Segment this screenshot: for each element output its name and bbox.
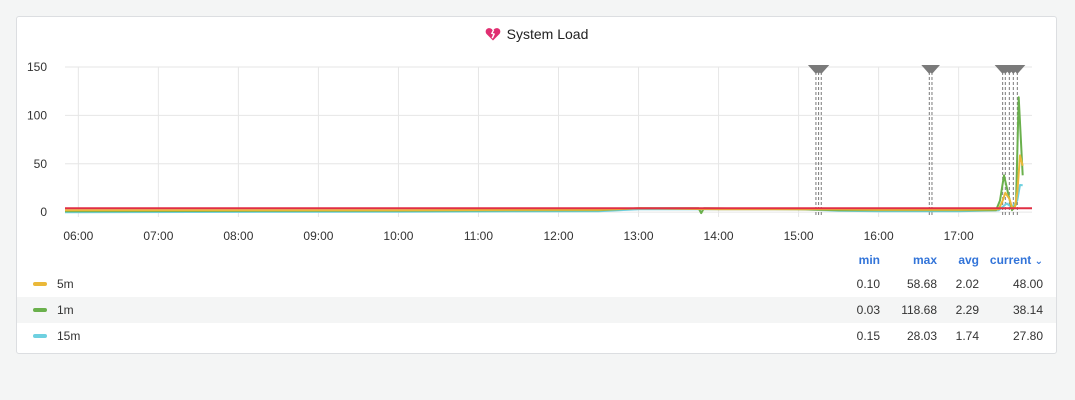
legend-swatch[interactable] <box>33 334 47 338</box>
x-tick-label: 10:00 <box>383 229 413 243</box>
legend-header-current-label: current <box>989 253 1032 267</box>
legend-header: min max avg current ⌄ <box>17 249 1056 271</box>
legend-value-current: 27.80 <box>1012 329 1043 343</box>
legend-value-avg: 1.74 <box>955 329 979 343</box>
legend-value-avg: 2.02 <box>955 277 979 291</box>
legend-value-max: 28.03 <box>906 329 937 343</box>
legend-value-current: 38.14 <box>1012 303 1043 317</box>
legend-rows: 5m 0.10 58.68 2.02 48.00 1m 0.03 118.68 2.29 38.1… <box>17 271 1056 349</box>
legend-swatch[interactable] <box>33 282 47 286</box>
x-tick-label: 11:00 <box>464 229 493 243</box>
legend-value-max: 118.68 <box>901 303 937 317</box>
legend-header-current[interactable]: current ⌄ <box>983 253 1043 267</box>
legend-value-min: 0.10 <box>856 277 880 291</box>
chevron-down-icon: ⌄ <box>1034 256 1043 267</box>
legend-series-name[interactable]: 1m <box>57 303 74 317</box>
x-tick-label: 15:00 <box>784 229 814 243</box>
y-tick-label: 0 <box>40 205 47 219</box>
y-tick-label: 50 <box>34 157 48 171</box>
legend-value-min: 0.03 <box>856 303 880 317</box>
legend-header-max[interactable]: max <box>887 253 937 267</box>
x-tick-label: 17:00 <box>944 229 974 243</box>
legend-header-avg[interactable]: avg <box>942 253 979 267</box>
legend-value-min: 0.15 <box>856 329 880 343</box>
y-tick-label: 100 <box>27 108 47 122</box>
system-load-chart[interactable]: 06:00 07:00 08:00 09:00 10:00 11:00 12:00 13:00… <box>17 17 1056 249</box>
legend-header-min[interactable]: min <box>817 253 880 267</box>
legend-swatch[interactable] <box>33 308 47 312</box>
legend-row-5m[interactable]: 5m 0.10 58.68 2.02 48.00 <box>17 271 1056 297</box>
x-tick-label: 14:00 <box>704 229 734 243</box>
x-tick-label: 06:00 <box>63 229 93 243</box>
x-tick-label: 13:00 <box>624 229 654 243</box>
legend-series-name[interactable]: 15m <box>57 329 80 343</box>
x-tick-label: 09:00 <box>303 229 333 243</box>
x-tick-label: 08:00 <box>223 229 253 243</box>
legend-value-avg: 2.29 <box>955 303 979 317</box>
legend-row-15m[interactable]: 15m 0.15 28.03 1.74 27.80 <box>17 323 1056 349</box>
x-tick-label: 16:00 <box>864 229 894 243</box>
legend: min max avg current ⌄ 5m 0.10 58.68 2.02 48.… <box>17 249 1056 349</box>
x-tick-label: 12:00 <box>543 229 573 243</box>
legend-value-current: 48.00 <box>1012 277 1043 291</box>
x-tick-label: 07:00 <box>143 229 173 243</box>
legend-row-1m[interactable]: 1m 0.03 118.68 2.29 38.14 <box>17 297 1056 323</box>
system-load-panel: System Load 06:00 07:00 08:00 09:00 10:00 11:… <box>16 16 1057 354</box>
legend-series-name[interactable]: 5m <box>57 277 74 291</box>
legend-value-max: 58.68 <box>906 277 937 291</box>
y-tick-label: 150 <box>27 60 47 74</box>
